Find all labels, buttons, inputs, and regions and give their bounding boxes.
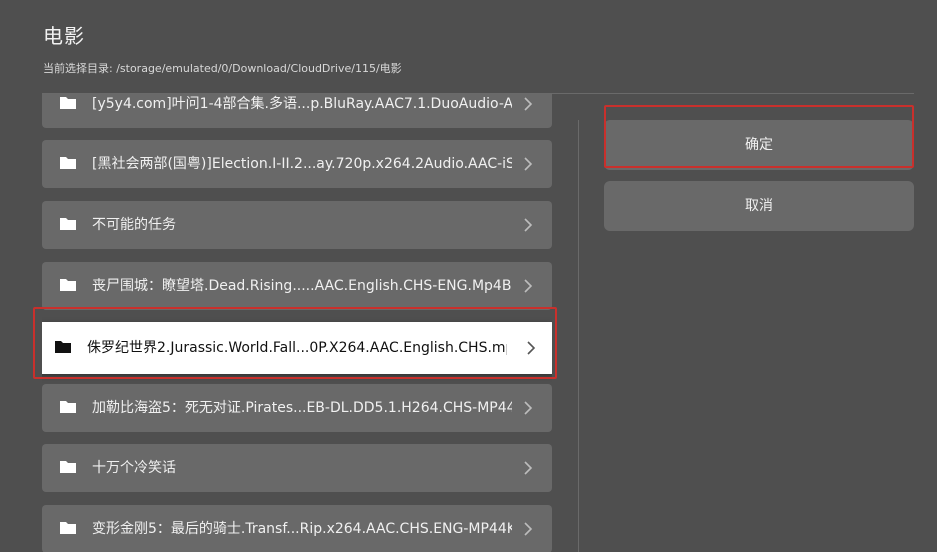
folder-item[interactable]: 加勒比海盗5：死无对证.Pirates...EB-DL.DD5.1.H264.C… (42, 384, 552, 432)
folder-item[interactable]: 丧尸围城：瞭望塔.Dead.Rising.....AAC.English.CHS… (42, 262, 552, 310)
folder-icon (60, 279, 76, 291)
confirm-highlight-box (604, 105, 914, 168)
folder-item[interactable]: 变形金刚5：最后的骑士.Transf...Rip.x264.AAC.CHS.EN… (42, 505, 552, 552)
chevron-right-icon (524, 401, 533, 415)
chevron-right-icon (524, 461, 533, 475)
chevron-right-icon (524, 522, 533, 536)
folder-icon (60, 218, 76, 230)
folder-item-label: [黑社会两部(国粤)]Election.I-II.2...ay.720p.x26… (92, 156, 512, 172)
folder-icon (60, 97, 76, 109)
folder-item-label: 丧尸围城：瞭望塔.Dead.Rising.....AAC.English.CHS… (92, 278, 512, 294)
folder-item-label: 不可能的任务 (92, 217, 176, 233)
folder-item-label: 加勒比海盗5：死无对证.Pirates...EB-DL.DD5.1.H264.C… (92, 400, 512, 416)
chevron-right-icon (524, 218, 533, 232)
folder-icon (60, 401, 76, 413)
folder-item-label: 变形金刚5：最后的骑士.Transf...Rip.x264.AAC.CHS.EN… (92, 521, 512, 537)
current-directory-path: 当前选择目录: /storage/emulated/0/Download/Clo… (43, 62, 402, 75)
folder-item[interactable]: 不可能的任务 (42, 201, 552, 249)
chevron-right-icon (524, 97, 533, 111)
folder-item-label: [y5y4.com]叶问1-4部合集.多语...p.BluRay.AAC7.1.… (92, 96, 512, 112)
folder-item-label: 十万个冷笑话 (92, 460, 176, 476)
panel-divider (578, 120, 579, 552)
folder-icon (60, 157, 76, 169)
selection-highlight-box (33, 307, 557, 379)
chevron-right-icon (524, 279, 533, 293)
folder-icon (60, 522, 76, 534)
folder-item[interactable]: [黑社会两部(国粤)]Election.I-II.2...ay.720p.x26… (42, 140, 552, 188)
chevron-right-icon (524, 157, 533, 171)
folder-item[interactable]: 十万个冷笑话 (42, 444, 552, 492)
cancel-button[interactable]: 取消 (604, 181, 914, 231)
folder-icon (60, 461, 76, 473)
folder-item[interactable]: [y5y4.com]叶问1-4部合集.多语...p.BluRay.AAC7.1.… (42, 94, 552, 128)
page-title: 电影 (43, 24, 85, 48)
